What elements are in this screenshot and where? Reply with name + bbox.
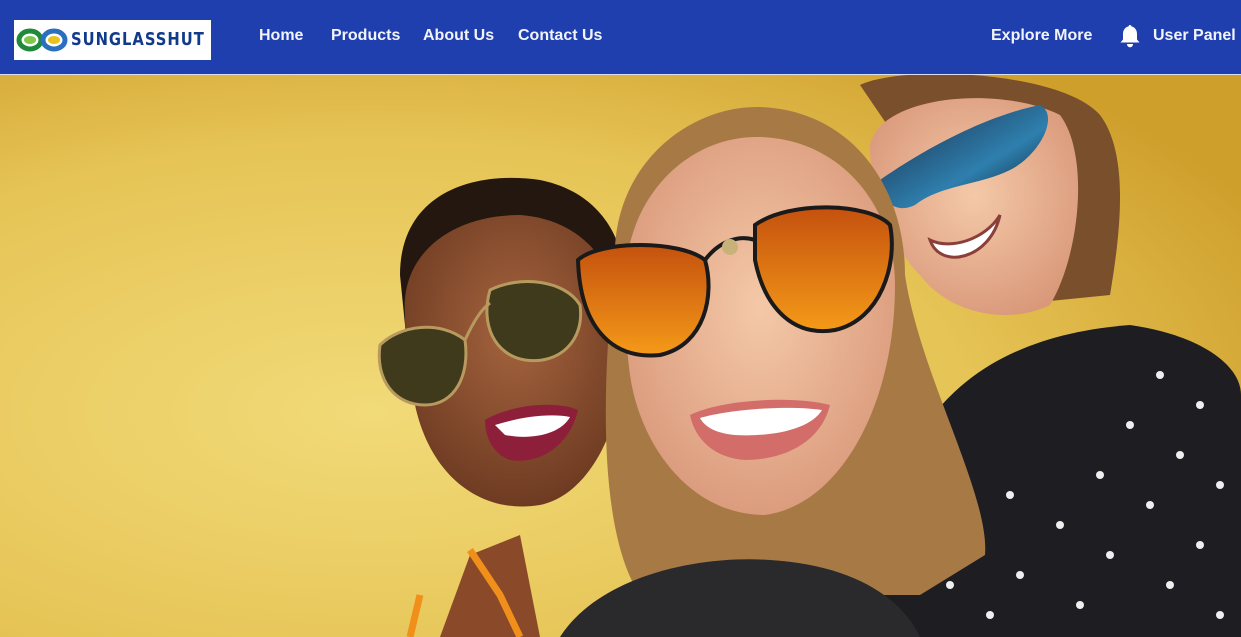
explore-more-link[interactable]: Explore More bbox=[991, 27, 1092, 45]
bell-icon[interactable] bbox=[1118, 23, 1142, 49]
nav-link-home[interactable]: Home bbox=[259, 27, 303, 45]
nav-link-products[interactable]: Products bbox=[331, 27, 400, 45]
navbar: SUNGLASSHUT Home Products About Us Conta… bbox=[0, 0, 1241, 75]
nav-link-about-us[interactable]: About Us bbox=[423, 27, 494, 45]
hero-image bbox=[0, 75, 1241, 637]
sunglasses-logo-icon bbox=[16, 28, 68, 52]
nav-link-contact-us[interactable]: Contact Us bbox=[518, 27, 602, 45]
user-panel-link[interactable]: User Panel bbox=[1153, 27, 1236, 45]
brand-name: SUNGLASSHUT bbox=[71, 29, 205, 50]
brand-logo[interactable]: SUNGLASSHUT bbox=[14, 20, 211, 60]
